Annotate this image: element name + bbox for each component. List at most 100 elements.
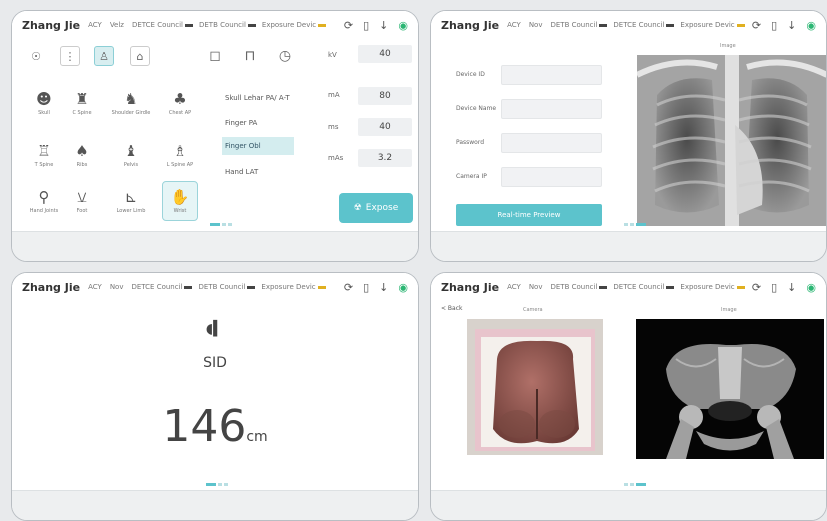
device-id-input[interactable] xyxy=(501,65,602,85)
kv-value: Nov xyxy=(528,283,543,291)
device-name-input[interactable] xyxy=(501,99,602,119)
ma-param-value[interactable]: 80 xyxy=(358,87,412,105)
view-item[interactable]: Finger PA xyxy=(222,114,294,132)
user-name: Zhang Jie xyxy=(441,280,500,294)
camera-photo xyxy=(467,319,603,455)
page-indicator xyxy=(210,223,232,226)
body-part-c-spine[interactable]: ♜ C Spine xyxy=(64,83,100,123)
sid-distance-icon: ◖▍ xyxy=(205,321,225,337)
refresh-icon[interactable]: ⟳ xyxy=(344,19,353,32)
detector-table-icon[interactable]: ⊓ xyxy=(240,46,260,66)
refresh-icon[interactable]: ⟳ xyxy=(752,281,761,294)
status-icons: ⟳ ▯ ↓ ◉ xyxy=(752,19,816,32)
status-3: Exposure Devic xyxy=(262,21,327,29)
kv-value: Nov xyxy=(109,283,124,291)
back-button[interactable]: < Back xyxy=(441,305,463,312)
sid-value: 146cm xyxy=(162,401,268,452)
camera-title: Camera xyxy=(523,307,543,313)
page-indicator xyxy=(206,483,228,486)
body-part-lower-limb[interactable]: ⊾ Lower Limb xyxy=(113,181,149,221)
detector-wall-icon[interactable]: ◻ xyxy=(205,46,225,66)
kv-param-label: kV xyxy=(328,51,337,59)
ms-param-value[interactable]: 40 xyxy=(358,118,412,136)
power-icon: ↓ xyxy=(379,280,389,294)
status-3: Exposure Devic xyxy=(680,21,745,29)
wifi-icon: ◉ xyxy=(398,280,408,294)
refresh-icon[interactable]: ⟳ xyxy=(752,19,761,32)
kv-label: ACY xyxy=(507,21,521,29)
realtime-preview-button[interactable]: Real-time Preview xyxy=(456,204,602,226)
body-part-skull[interactable]: ☻ Skull xyxy=(26,83,62,123)
camera-ip-input[interactable] xyxy=(501,167,602,187)
screen: Zhang Jie ACY Velz DETCE Council DETB Co… xyxy=(12,11,418,231)
body-part-wrist[interactable]: ✋ Wrist xyxy=(162,181,198,221)
status-icons: ⟳ ▯ ↓ ◉ xyxy=(344,19,408,32)
position-upright-icon[interactable]: ♙ xyxy=(94,46,114,66)
wifi-icon: ◉ xyxy=(806,280,816,294)
user-name: Zhang Jie xyxy=(441,18,500,32)
screen: Zhang Jie ACY Nov DETB Council DETCE Cou… xyxy=(431,11,826,231)
timer-icon[interactable]: ◷ xyxy=(275,46,295,66)
status-bar: Zhang Jie ACY Nov DETB Council DETCE Cou… xyxy=(431,273,826,301)
image-title: Image xyxy=(721,307,737,313)
status-1: DETB Council xyxy=(550,21,608,29)
body-part-t-spine[interactable]: ♖ T Spine xyxy=(26,135,62,175)
wifi-icon: ◉ xyxy=(398,18,408,32)
wifi-icon: ◉ xyxy=(806,18,816,32)
status-bar: Zhang Jie ACY Nov DETCE Council DETB Cou… xyxy=(12,273,418,301)
tablet-exam-panel: Zhang Jie ACY Velz DETCE Council DETB Co… xyxy=(11,10,419,262)
status-1: DETCE Council xyxy=(131,283,193,291)
tablet-sid-panel: Zhang Jie ACY Nov DETCE Council DETB Cou… xyxy=(11,272,419,521)
body-part-pelvis[interactable]: ♝ Pelvis xyxy=(113,135,149,175)
kv-param-value[interactable]: 40 xyxy=(358,45,412,63)
image-title: Image xyxy=(720,43,736,49)
battery-icon: ▯ xyxy=(363,18,370,32)
pelvis-xray-image xyxy=(636,319,824,459)
battery-icon: ▯ xyxy=(771,18,778,32)
status-3: Exposure Devic xyxy=(261,283,326,291)
sid-label: SID xyxy=(203,355,227,371)
status-bar: Zhang Jie ACY Nov DETB Council DETCE Cou… xyxy=(431,11,826,39)
body-part-l-spine[interactable]: ♗ L Spine AP xyxy=(162,135,198,175)
status-bar: Zhang Jie ACY Velz DETCE Council DETB Co… xyxy=(12,11,418,39)
screen: Zhang Jie ACY Nov DETB Council DETCE Cou… xyxy=(431,273,826,490)
password-input[interactable] xyxy=(501,133,602,153)
position-supine-icon[interactable]: ⌂ xyxy=(130,46,150,66)
ma-param-label: mA xyxy=(328,91,340,99)
tablet-bezel xyxy=(12,490,418,520)
power-icon: ↓ xyxy=(787,280,797,294)
view-item[interactable]: Hand LAT xyxy=(222,163,294,181)
body-part-foot[interactable]: ⚺ Foot xyxy=(64,181,100,221)
status-icons: ⟳ ▯ ↓ ◉ xyxy=(752,281,816,294)
status-1: DETCE Council xyxy=(132,21,193,29)
status-1: DETB Council xyxy=(550,283,608,291)
view-item[interactable]: Skull Lehar PA/ A-T xyxy=(222,89,294,107)
expose-button[interactable]: ☢ Expose xyxy=(339,193,413,223)
view-item-selected[interactable]: Finger Obl xyxy=(222,137,294,155)
battery-icon: ▯ xyxy=(363,280,370,294)
status-icons: ⟳ ▯ ↓ ◉ xyxy=(344,281,408,294)
body-part-shoulder[interactable]: ♞ Shoulder Girdle xyxy=(112,83,150,123)
mas-param-value[interactable]: 3.2 xyxy=(358,149,412,167)
body-part-ribs[interactable]: ♠ Ribs xyxy=(64,135,100,175)
device-name-label: Device Name xyxy=(456,105,497,112)
tablet-bezel xyxy=(431,231,826,261)
radiation-icon: ☢ xyxy=(353,203,362,213)
battery-icon: ▯ xyxy=(771,280,778,294)
position-standing-icon[interactable]: ⋮ xyxy=(60,46,80,66)
kv-label: ACY xyxy=(507,283,521,291)
page-indicator xyxy=(624,483,646,486)
status-2: DETB Council xyxy=(199,21,256,29)
status-2: DETB Council xyxy=(198,283,256,291)
mas-param-label: mAs xyxy=(328,154,344,162)
refresh-icon[interactable]: ⟳ xyxy=(344,281,353,294)
user-name: Zhang Jie xyxy=(22,18,81,32)
kv-value: Nov xyxy=(528,21,543,29)
status-2: DETCE Council xyxy=(613,21,675,29)
body-part-chest[interactable]: ♣ Chest AP xyxy=(162,83,198,123)
body-part-hand[interactable]: ⚲ Hand Joints xyxy=(26,181,62,221)
tablet-device-panel: Zhang Jie ACY Nov DETB Council DETCE Cou… xyxy=(430,10,827,262)
page-indicator xyxy=(624,223,646,226)
ms-param-label: ms xyxy=(328,123,339,131)
patient-orientation-icon[interactable]: ☉ xyxy=(26,46,46,66)
